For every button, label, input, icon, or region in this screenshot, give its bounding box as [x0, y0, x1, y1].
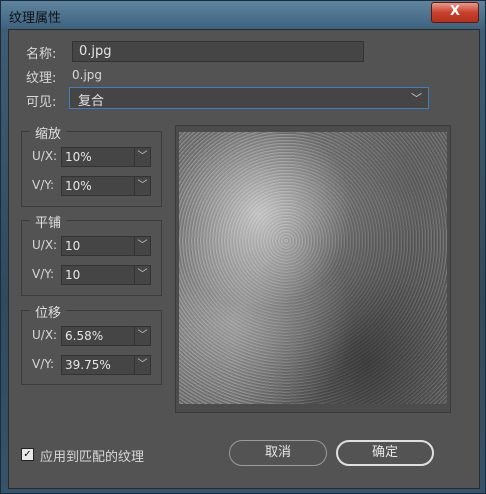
apply-matching-checkbox[interactable]: ✓	[21, 448, 34, 461]
tile-vy-combo[interactable]: 10 ﹀	[61, 265, 151, 285]
offset-ux-label: U/X:	[32, 328, 58, 342]
tile-ux-value: 10	[65, 239, 81, 253]
ok-button[interactable]: 确定	[336, 440, 434, 466]
offset-group-title: 位移	[30, 302, 67, 321]
cancel-button[interactable]: 取消	[229, 440, 327, 466]
chevron-down-icon[interactable]: ﹀	[134, 266, 150, 284]
dialog-body: 名称: 0.jpg 纹理: 0.jpg 可见: 复合 ﹀ 缩放 U/X: 10%…	[8, 29, 480, 489]
scale-ux-value: 10%	[65, 150, 92, 164]
tile-ux-label: U/X:	[32, 238, 58, 252]
scale-ux-combo[interactable]: 10% ﹀	[61, 147, 151, 167]
visible-select[interactable]: 复合 ﹀	[69, 87, 429, 109]
visible-select-value: 复合	[78, 94, 105, 109]
chevron-down-icon[interactable]: ﹀	[134, 148, 150, 166]
scale-group-title: 缩放	[30, 123, 67, 142]
scale-ux-label: U/X:	[32, 149, 58, 163]
scale-vy-combo[interactable]: 10% ﹀	[61, 176, 151, 196]
offset-vy-value: 39.75%	[65, 358, 111, 372]
offset-vy-label: V/Y:	[32, 357, 55, 371]
chevron-down-icon: ﹀	[411, 92, 422, 105]
texture-properties-dialog: 纹理属性 X 名称: 0.jpg 纹理: 0.jpg 可见: 复合 ﹀ 缩放 U…	[0, 0, 486, 494]
texture-label: 纹理:	[26, 71, 57, 86]
apply-matching-label[interactable]: 应用到匹配的纹理	[40, 446, 144, 465]
offset-ux-combo[interactable]: 6.58% ﹀	[61, 326, 151, 346]
scale-vy-value: 10%	[65, 179, 92, 193]
tile-group: 平铺 U/X: 10 ﹀ V/Y: 10 ﹀	[21, 212, 162, 296]
scale-group: 缩放 U/X: 10% ﹀ V/Y: 10% ﹀	[21, 123, 162, 207]
title-bar: 纹理属性 X	[1, 1, 485, 29]
name-field[interactable]: 0.jpg	[72, 41, 364, 62]
close-button[interactable]: X	[431, 2, 479, 23]
chevron-down-icon[interactable]: ﹀	[134, 177, 150, 195]
offset-vy-combo[interactable]: 39.75% ﹀	[61, 355, 151, 375]
chevron-down-icon[interactable]: ﹀	[134, 237, 150, 255]
tile-vy-value: 10	[65, 268, 81, 282]
check-icon: ✓	[23, 449, 32, 460]
name-label: 名称:	[26, 47, 57, 62]
window-title: 纹理属性	[9, 11, 62, 26]
scale-vy-label: V/Y:	[32, 178, 55, 192]
texture-preview-frame	[175, 125, 451, 413]
texture-value: 0.jpg	[72, 68, 103, 82]
chevron-down-icon[interactable]: ﹀	[134, 327, 150, 345]
offset-ux-value: 6.58%	[65, 329, 104, 343]
chevron-down-icon[interactable]: ﹀	[134, 356, 150, 374]
offset-group: 位移 U/X: 6.58% ﹀ V/Y: 39.75% ﹀	[21, 302, 162, 385]
tile-ux-combo[interactable]: 10 ﹀	[61, 236, 151, 256]
texture-preview-image	[179, 132, 447, 404]
visible-label: 可见:	[26, 95, 57, 110]
tile-vy-label: V/Y:	[32, 267, 55, 281]
tile-group-title: 平铺	[30, 212, 67, 231]
